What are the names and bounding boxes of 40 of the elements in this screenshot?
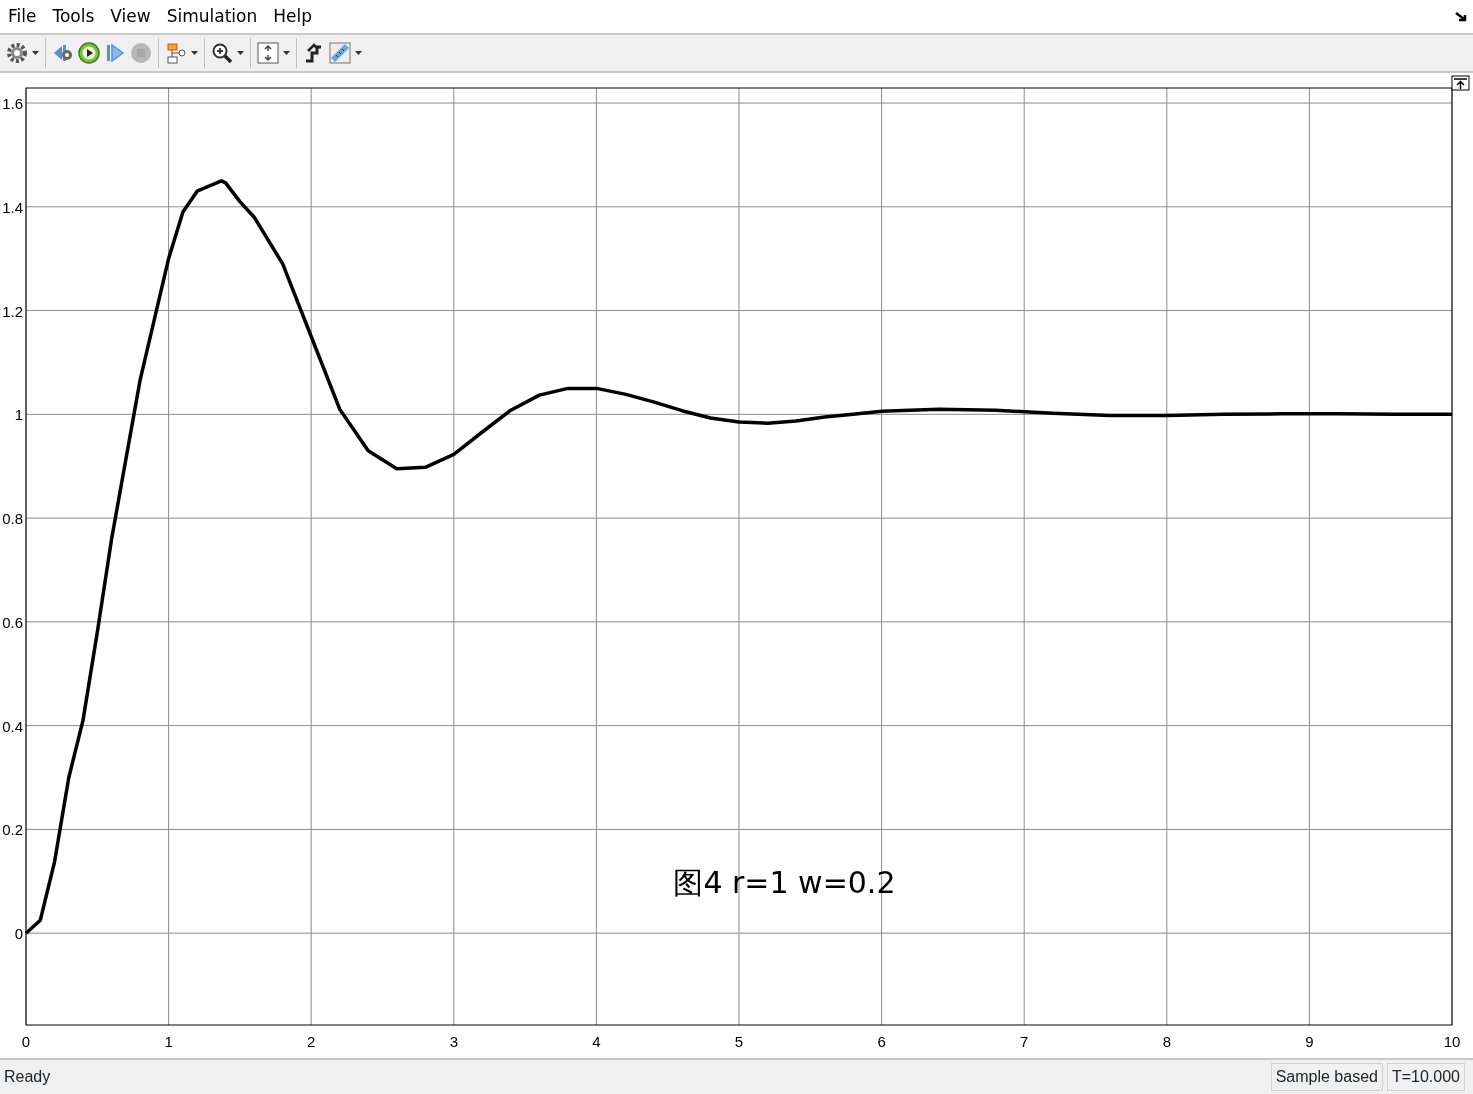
caret-icon[interactable] — [191, 51, 198, 55]
x-tick-label: 8 — [1162, 1033, 1171, 1050]
x-tick-label: 6 — [877, 1033, 886, 1050]
x-tick-label: 3 — [449, 1033, 458, 1050]
caret-icon[interactable] — [355, 51, 362, 55]
menu-item[interactable]: View — [102, 0, 159, 34]
caret-icon[interactable] — [237, 51, 244, 55]
menu-item[interactable]: Help — [265, 0, 320, 34]
status-message: Ready — [3, 1067, 51, 1087]
x-tick-label: 5 — [734, 1033, 744, 1050]
x-tick-label: 2 — [307, 1033, 316, 1050]
undock-arrow-icon[interactable] — [1455, 11, 1467, 22]
y-tick-label: 1.4 — [2, 198, 23, 216]
status-panel: T=10.000 — [1386, 1063, 1465, 1091]
x-tick-label: 0 — [21, 1033, 31, 1050]
autoscale-icon[interactable] — [257, 42, 279, 64]
y-tick-label: 1.2 — [2, 302, 23, 320]
gear-icon[interactable] — [6, 42, 28, 64]
plot-annotation: 图4 r=1 w=0.2 — [673, 865, 896, 901]
y-tick-label: 0.8 — [2, 510, 23, 528]
y-tick-label: 0.4 — [2, 717, 23, 735]
x-tick-label: 9 — [1305, 1033, 1314, 1050]
block-diagram-icon[interactable] — [165, 42, 187, 64]
y-tick-label: 1.6 — [2, 95, 23, 113]
y-tick-label: 0 — [14, 925, 23, 943]
menu-item[interactable]: Tools — [44, 0, 103, 34]
menu-item[interactable]: File — [0, 0, 45, 34]
x-tick-label: 10 — [1443, 1033, 1461, 1050]
zoom-in-icon[interactable] — [211, 42, 233, 64]
y-tick-label: 1 — [14, 406, 23, 424]
caret-icon[interactable] — [32, 51, 39, 55]
x-tick-label: 7 — [1020, 1033, 1029, 1050]
status-panel: Sample based — [1270, 1063, 1383, 1091]
x-tick-label: 4 — [592, 1033, 601, 1050]
x-tick-label: 1 — [164, 1033, 173, 1050]
caret-icon[interactable] — [283, 51, 290, 55]
restore-axes-icon[interactable] — [1451, 75, 1470, 91]
menu-item[interactable]: Simulation — [158, 0, 266, 34]
y-tick-label: 0.6 — [2, 613, 23, 631]
y-tick-label: 0.2 — [2, 821, 23, 839]
